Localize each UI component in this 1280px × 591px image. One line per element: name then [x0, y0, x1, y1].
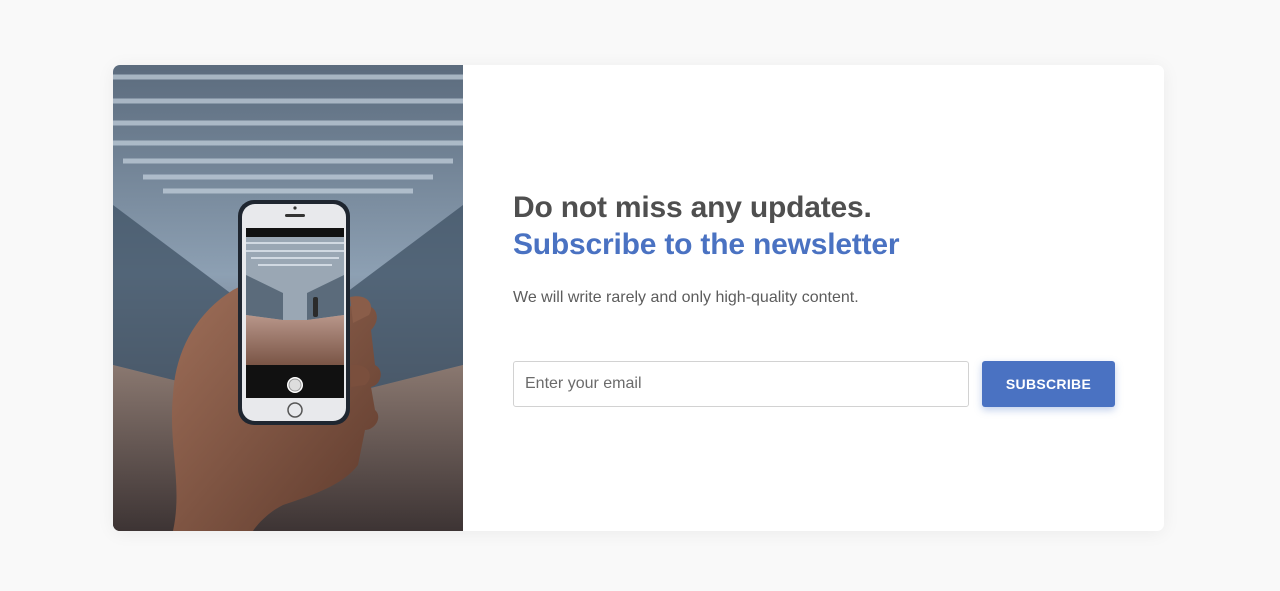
headline-line-2: Subscribe to the newsletter — [513, 228, 900, 261]
newsletter-photo — [113, 65, 463, 531]
subscribe-button[interactable]: SUBSCRIBE — [982, 361, 1115, 407]
email-input[interactable] — [513, 361, 969, 407]
headline-line-1: Do not miss any updates. — [513, 191, 872, 224]
newsletter-content: Do not miss any updates. Subscribe to th… — [513, 65, 1133, 531]
newsletter-headline: Do not miss any updates. Subscribe to th… — [513, 189, 900, 263]
newsletter-card: Do not miss any updates. Subscribe to th… — [113, 65, 1164, 531]
newsletter-description: We will write rarely and only high-quali… — [513, 289, 859, 306]
